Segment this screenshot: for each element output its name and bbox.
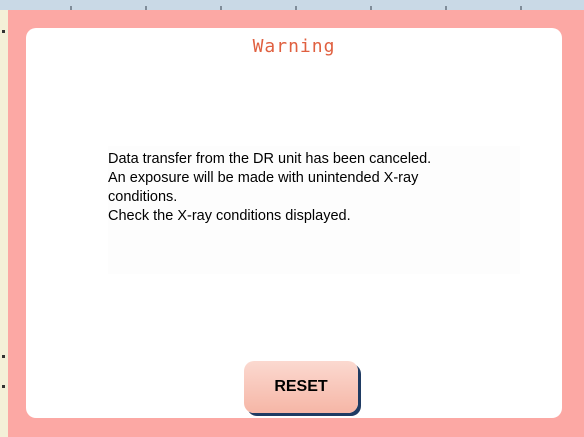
- background-screen-strip: [0, 0, 584, 10]
- background-screen-edge: [0, 10, 8, 437]
- edge-mark: [2, 385, 5, 388]
- message-line: Check the X-ray conditions displayed.: [108, 208, 351, 224]
- dialog-title: Warning: [252, 36, 336, 57]
- message-line: An exposure will be made with unintended…: [108, 170, 419, 186]
- dialog-panel: Warning Data transfer from the DR unit h…: [26, 28, 562, 418]
- message-line: Data transfer from the DR unit has been …: [108, 151, 432, 167]
- message-line: conditions.: [108, 189, 178, 205]
- warning-dialog: Warning Data transfer from the DR unit h…: [8, 10, 582, 434]
- reset-button[interactable]: RESET: [244, 361, 358, 413]
- message-box: Data transfer from the DR unit has been …: [108, 146, 520, 274]
- edge-mark: [2, 30, 5, 33]
- edge-mark: [2, 355, 5, 358]
